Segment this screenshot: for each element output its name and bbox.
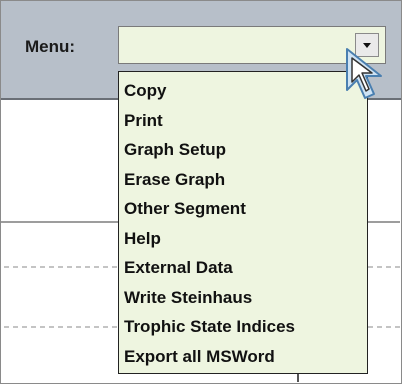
menu-item-other-segment[interactable]: Other Segment <box>119 194 367 224</box>
mouse-cursor-icon <box>346 48 382 99</box>
menu-item-erase-graph[interactable]: Erase Graph <box>119 165 367 195</box>
menu-item-export-all-msword[interactable]: Export all MSWord <box>119 342 367 372</box>
menu-item-copy[interactable]: Copy <box>119 76 367 106</box>
menu-item-help[interactable]: Help <box>119 224 367 254</box>
menu-item-write-steinhaus[interactable]: Write Steinhaus <box>119 283 367 313</box>
menu-label: Menu: <box>25 37 76 56</box>
menu-item-graph-setup[interactable]: Graph Setup <box>119 135 367 165</box>
menu-item-external-data[interactable]: External Data <box>119 253 367 283</box>
menu-dropdown-list: Copy Print Graph Setup Erase Graph Other… <box>118 71 368 374</box>
menu-item-print[interactable]: Print <box>119 106 367 136</box>
menu-item-trophic-state-indices[interactable]: Trophic State Indices <box>119 312 367 342</box>
